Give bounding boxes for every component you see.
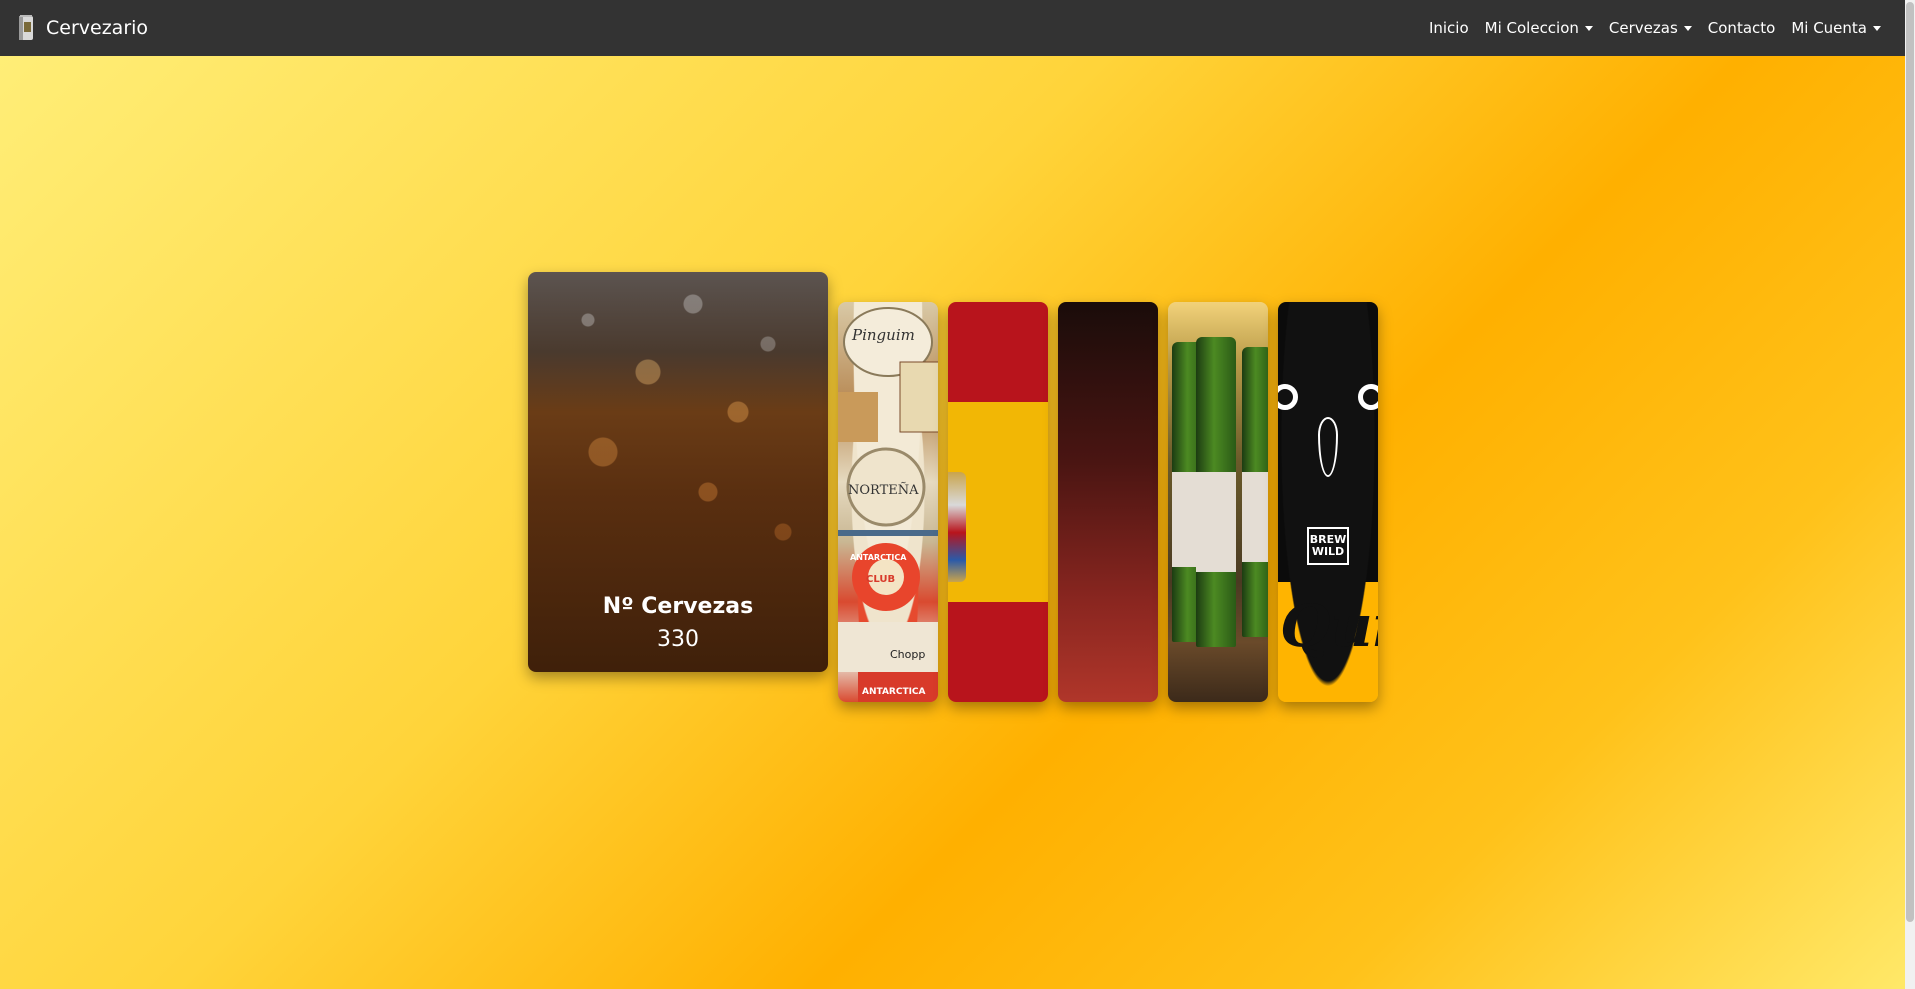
beer-can-icon (16, 15, 36, 41)
nav-mi-cuenta-label: Mi Cuenta (1791, 19, 1867, 37)
coat-of-arms-icon (948, 472, 966, 582)
owl-eye-right-icon (1358, 384, 1378, 410)
nav-contacto-label: Contacto (1707, 19, 1776, 37)
scrollbar-thumb[interactable] (1906, 2, 1914, 922)
nav-contacto[interactable]: Contacto (1700, 19, 1784, 37)
nav-inicio-label: Inicio (1428, 19, 1469, 37)
nav-cervezas-dropdown[interactable]: Cervezas (1601, 19, 1700, 37)
coasters-card[interactable]: Pinguim NORTEÑA ANTARCTICA CLUB Chopp AN… (838, 302, 938, 702)
brand-link[interactable]: Cervezario (16, 15, 148, 41)
owl-beak-icon (1318, 417, 1338, 477)
coaster-pinguim-text: Pinguim (851, 326, 915, 344)
nav-mi-coleccion-label: Mi Coleccion (1484, 19, 1579, 37)
nav-mi-cuenta-dropdown[interactable]: Mi Cuenta (1783, 19, 1889, 37)
dark-red-card[interactable] (1058, 302, 1158, 702)
beer-count-card[interactable]: Nº Cervezas 330 (528, 272, 828, 672)
coasters-image: Pinguim NORTEÑA ANTARCTICA CLUB Chopp AN… (838, 307, 938, 702)
spain-flag-card[interactable] (948, 302, 1048, 702)
beer-count-content: Nº Cervezas 330 (528, 594, 828, 652)
beer-bottle-icon (1196, 337, 1236, 647)
green-bottles-card[interactable] (1168, 302, 1268, 702)
coaster-antarctica-text: ANTARCTICA (850, 553, 907, 562)
owl-eye-left-icon (1278, 384, 1298, 410)
beer-bottle-icon (1242, 347, 1268, 637)
brew-wild-script-text: Quin (1280, 592, 1378, 660)
badge-bottom-text: WILD (1311, 545, 1345, 558)
caret-down-icon (1873, 25, 1881, 31)
page-scrollbar[interactable] (1905, 0, 1915, 989)
navbar: Cervezario Inicio Mi Coleccion Cervezas … (0, 0, 1905, 56)
nav-inicio[interactable]: Inicio (1421, 19, 1477, 37)
coaster-clubsoda-text: CLUB (866, 574, 895, 585)
beer-count-value: 330 (657, 627, 699, 652)
coaster-antarctica2-text: ANTARCTICA (862, 687, 926, 697)
coaster-chopp-text: Chopp (890, 648, 925, 661)
nav-links: Inicio Mi Coleccion Cervezas Contacto Mi… (1421, 19, 1889, 37)
nav-cervezas-label: Cervezas (1608, 19, 1678, 37)
brew-wild-badge: BREW WILD (1307, 527, 1349, 565)
caret-down-icon (1683, 25, 1692, 31)
nav-mi-coleccion-dropdown[interactable]: Mi Coleccion (1477, 19, 1601, 37)
brand-name: Cervezario (46, 17, 149, 39)
coaster-nortena-text: NORTEÑA (848, 482, 919, 498)
caret-down-icon (1584, 25, 1593, 31)
beer-count-title: Nº Cervezas (602, 594, 754, 619)
brew-wild-card[interactable]: BREW WILD Quin (1278, 302, 1378, 702)
